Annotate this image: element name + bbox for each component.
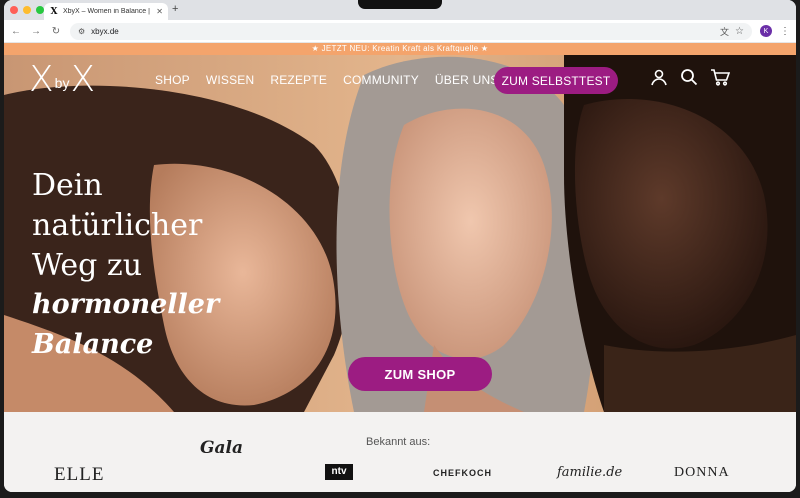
favicon-icon: X	[50, 6, 58, 17]
close-tab-icon[interactable]: ✕	[156, 7, 163, 16]
press-logo-gala: Gala	[200, 438, 244, 458]
main-nav: SHOP WISSEN REZEPTE COMMUNITY ÜBER UNS	[155, 73, 499, 87]
close-window-button[interactable]	[10, 6, 18, 14]
site-info-icon[interactable]: ⚙	[78, 27, 85, 36]
headline-line-2: natürlicher	[32, 208, 203, 243]
url-text: xbyx.de	[91, 26, 119, 36]
reload-icon[interactable]: ↻	[50, 26, 62, 37]
logo-by: by	[54, 75, 70, 91]
press-label: Bekannt aus:	[366, 436, 431, 448]
xbyx-logo[interactable]: X by X	[29, 59, 96, 100]
selbsttest-button[interactable]: ZUM SELBSTTEST	[494, 67, 618, 94]
browser-menu-icon[interactable]: ⋮	[780, 26, 790, 37]
address-bar[interactable]: ⚙ xbyx.de 文 ☆	[70, 22, 752, 40]
browser-toolbar: ← → ↻ ⚙ xbyx.de 文 ☆ K ⋮	[4, 20, 796, 43]
nav-item-wissen[interactable]: WISSEN	[206, 73, 255, 87]
headline-line-3: Weg zu	[32, 248, 143, 283]
press-logo-ntv: ntv	[325, 464, 353, 480]
logo-x-right: X	[70, 59, 96, 100]
press-logo-chefkoch: CHEFKOCH	[433, 468, 492, 478]
window-controls	[10, 6, 44, 14]
browser-window: X XbyX – Women in Balance | H ✕ + ← → ↻ …	[4, 0, 796, 492]
cart-icon[interactable]	[710, 68, 731, 91]
account-icon[interactable]	[650, 68, 668, 91]
bookmark-star-icon[interactable]: ☆	[735, 26, 744, 37]
script-line-1: hormoneller	[32, 289, 220, 320]
hero-script-text: hormoneller Balance	[32, 285, 219, 365]
zum-shop-button[interactable]: ZUM SHOP	[348, 357, 492, 391]
tab-title: XbyX – Women in Balance | H	[63, 8, 153, 15]
profile-avatar[interactable]: K	[760, 25, 772, 37]
search-icon[interactable]	[680, 68, 698, 91]
logo-x-left: X	[29, 59, 54, 100]
press-logo-familie: familie.de	[557, 465, 623, 480]
press-logo-elle: ELLE	[54, 464, 105, 485]
hero-headline: Dein natürlicher Weg zu	[32, 166, 202, 286]
press-logo-donna: DONNA	[674, 465, 730, 480]
minimize-window-button[interactable]	[23, 6, 31, 14]
new-tab-icon[interactable]: +	[172, 3, 178, 15]
translate-icon[interactable]: 文	[720, 25, 729, 38]
camera-notch	[358, 0, 442, 9]
announcement-bar: ★ JETZT NEU: Kreatin Kraft als Kraftquel…	[4, 43, 796, 55]
script-line-2: Balance	[32, 329, 154, 360]
maximize-window-button[interactable]	[36, 6, 44, 14]
hero-section: X by X SHOP WISSEN REZEPTE COMMUNITY ÜBE…	[4, 55, 796, 412]
back-icon[interactable]: ←	[10, 26, 22, 37]
nav-item-community[interactable]: COMMUNITY	[343, 73, 419, 87]
nav-item-shop[interactable]: SHOP	[155, 73, 190, 87]
nav-item-ueber-uns[interactable]: ÜBER UNS	[435, 73, 499, 87]
press-bar: Bekannt aus: Gala ELLE ntv CHEFKOCH fami…	[4, 412, 796, 492]
headline-line-1: Dein	[32, 168, 103, 203]
browser-tab[interactable]: X XbyX – Women in Balance | H ✕	[44, 3, 168, 20]
forward-icon[interactable]: →	[30, 26, 42, 37]
nav-item-rezepte[interactable]: REZEPTE	[270, 73, 327, 87]
